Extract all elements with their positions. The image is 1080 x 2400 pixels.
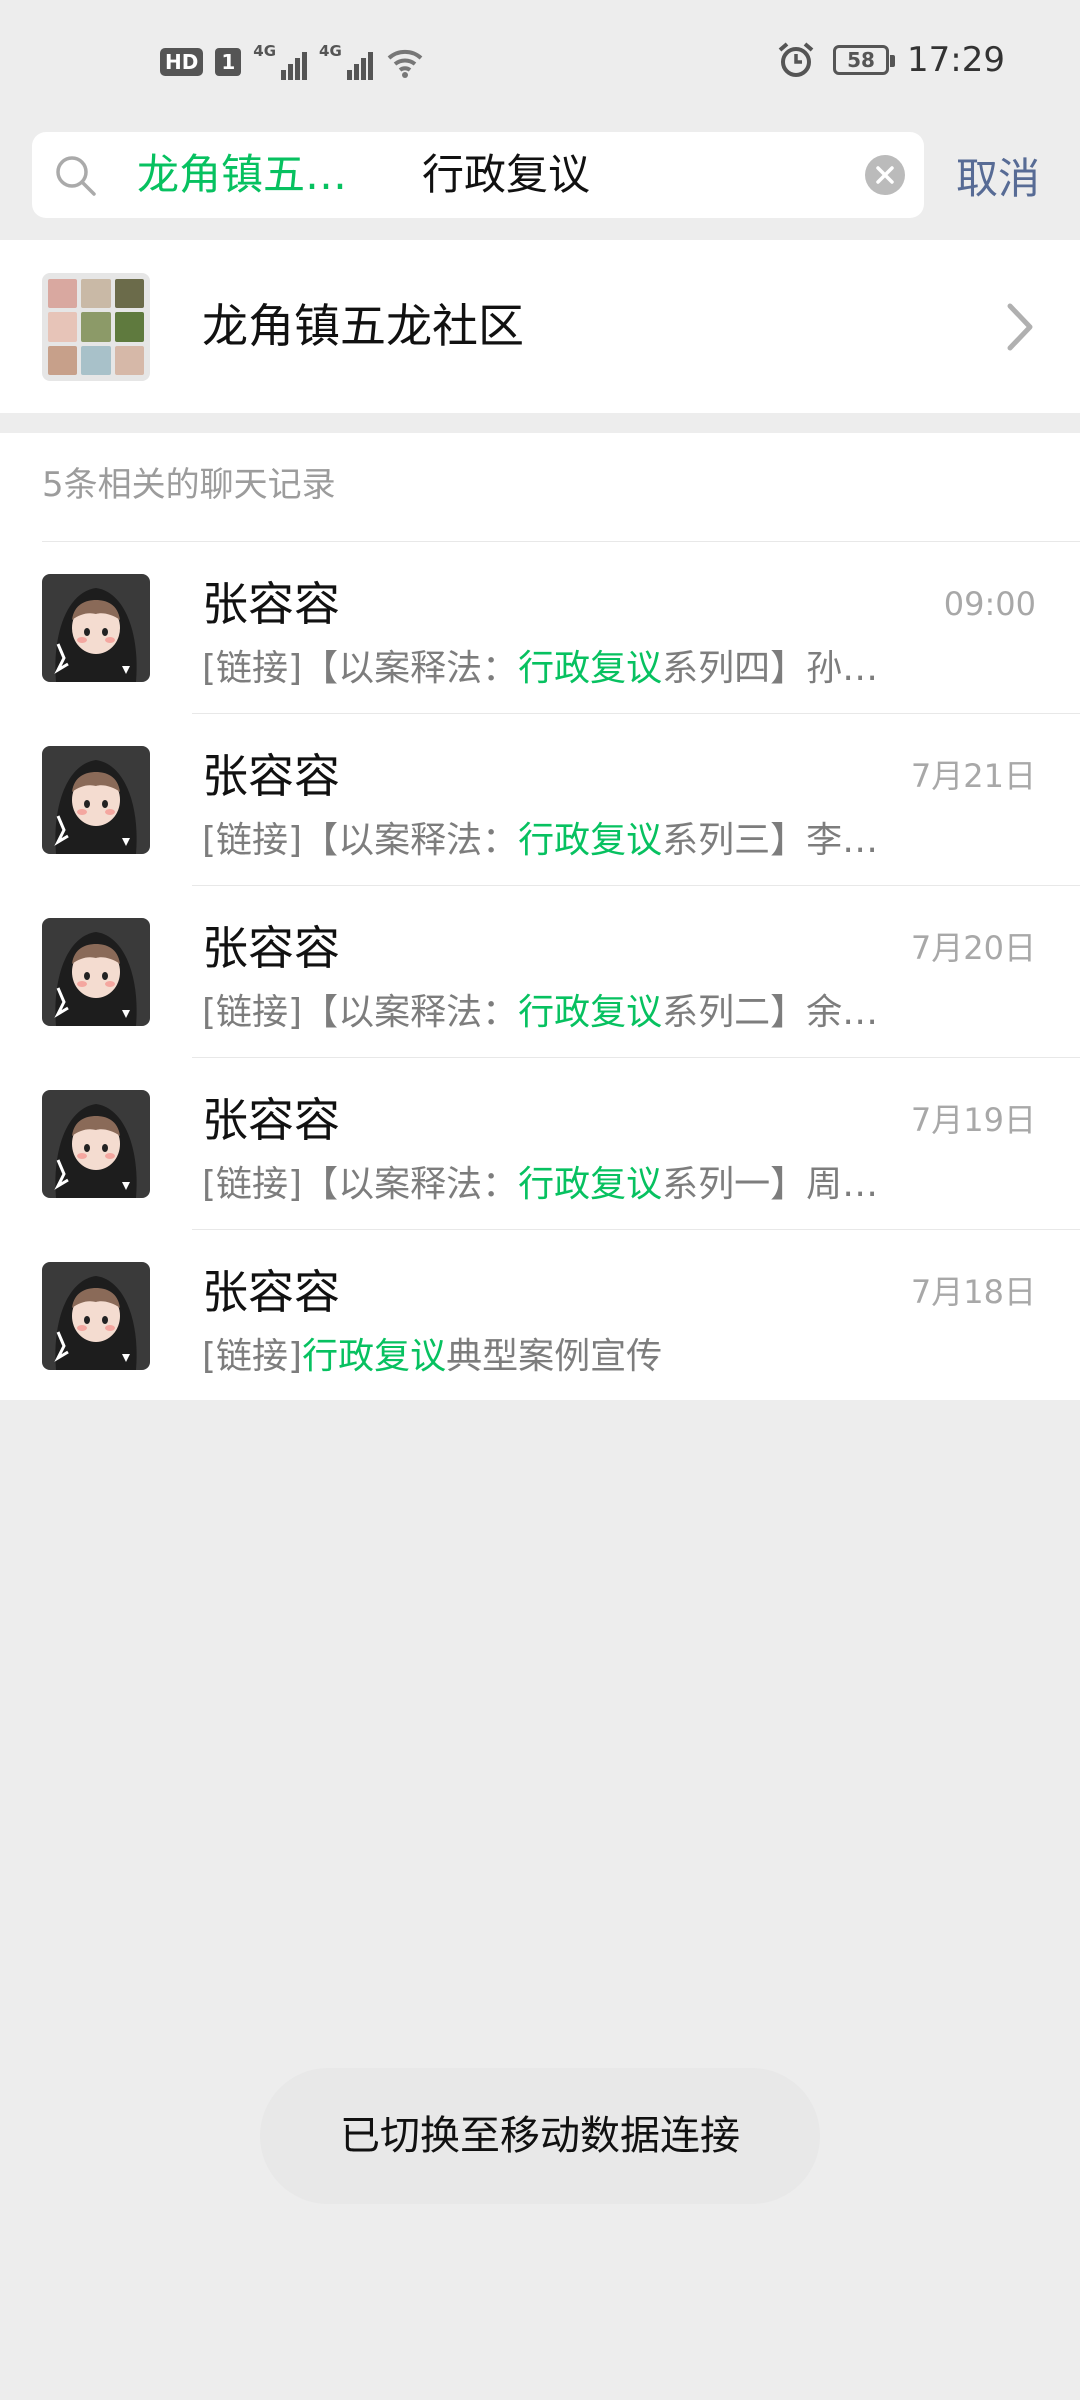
clear-search-icon[interactable] <box>864 154 906 196</box>
message-time: 7月19日 <box>910 1101 1036 1139</box>
wifi-icon <box>387 49 423 78</box>
avatar <box>42 574 150 682</box>
keyword-highlight: 行政复议 <box>518 1164 663 1205</box>
sender-name: 张容容 <box>202 1093 340 1147</box>
sim-icon: 1 <box>215 48 242 76</box>
avatar <box>42 918 150 1026</box>
sender-name: 张容容 <box>202 577 340 631</box>
search-header: 龙角镇五… 行政复议 取消 <box>0 130 1080 240</box>
results-header: 5条相关的聊天记录 <box>42 465 336 505</box>
message-preview: [链接]【以案释法：行政复议系列二】余… <box>202 992 879 1033</box>
network-type-label: 4G <box>253 42 277 60</box>
battery-icon: 58 <box>833 45 896 75</box>
keyword-highlight: 行政复议 <box>518 820 663 861</box>
keyword-highlight: 行政复议 <box>518 992 663 1033</box>
message-result-row[interactable]: 张容容 7月20日 [链接]【以案释法：行政复议系列二】余… <box>0 886 1080 1058</box>
group-avatar <box>42 273 150 381</box>
status-right: 58 17:29 <box>777 40 1005 80</box>
message-result-row[interactable]: 张容容 7月21日 [链接]【以案释法：行政复议系列三】李… <box>0 714 1080 886</box>
message-result-row[interactable]: 张容容 7月18日 [链接]行政复议典型案例宣传 <box>0 1230 1080 1402</box>
search-query-text[interactable]: 行政复议 <box>422 148 590 202</box>
hd-icon: HD <box>160 48 204 76</box>
sender-name: 张容容 <box>202 749 340 803</box>
keyword-highlight: 行政复议 <box>518 648 663 689</box>
status-bar: HD 1 4G 4G 58 17:29 <box>0 0 1080 130</box>
message-time: 7月21日 <box>910 757 1036 795</box>
chat-history-results: 5条相关的聊天记录 张容容 09:00 [链接]【以案释法：行政复议系列四】孙… <box>0 433 1080 1400</box>
clock: 17:29 <box>907 40 1005 80</box>
search-input[interactable]: 龙角镇五… 行政复议 <box>32 132 924 218</box>
message-preview: [链接]【以案释法：行政复议系列一】周… <box>202 1164 879 1205</box>
cancel-button[interactable]: 取消 <box>956 152 1040 206</box>
alarm-icon <box>778 42 814 77</box>
group-chat-row[interactable]: 龙角镇五龙社区 <box>0 240 1080 413</box>
avatar <box>42 746 150 854</box>
message-preview: [链接]【以案释法：行政复议系列三】李… <box>202 820 879 861</box>
message-time: 09:00 <box>943 585 1036 623</box>
network-type-label-2: 4G <box>319 42 342 60</box>
keyword-highlight: 行政复议 <box>302 1336 447 1377</box>
avatar <box>42 1090 150 1198</box>
message-time: 7月20日 <box>910 929 1036 967</box>
message-preview: [链接]【以案释法：行政复议系列四】孙… <box>202 648 879 689</box>
status-left: HD 1 4G 4G <box>160 44 425 80</box>
chevron-right-icon <box>1007 303 1033 351</box>
message-preview: [链接]行政复议典型案例宣传 <box>202 1336 663 1377</box>
search-icon <box>56 156 96 196</box>
cellular-signal-icon: 4G <box>253 42 308 80</box>
sender-name: 张容容 <box>202 921 340 975</box>
avatar <box>42 1262 150 1370</box>
search-chat-filter-tag[interactable]: 龙角镇五… <box>137 148 347 202</box>
message-time: 7月18日 <box>910 1273 1036 1311</box>
message-result-row[interactable]: 张容容 7月19日 [链接]【以案释法：行政复议系列一】周… <box>0 1058 1080 1230</box>
sender-name: 张容容 <box>202 1265 340 1319</box>
message-result-row[interactable]: 张容容 09:00 [链接]【以案释法：行政复议系列四】孙… <box>0 542 1080 714</box>
group-name: 龙角镇五龙社区 <box>202 299 524 353</box>
network-toast: 已切换至移动数据连接 <box>260 2068 820 2204</box>
cellular-signal-icon-2: 4G <box>319 44 373 80</box>
